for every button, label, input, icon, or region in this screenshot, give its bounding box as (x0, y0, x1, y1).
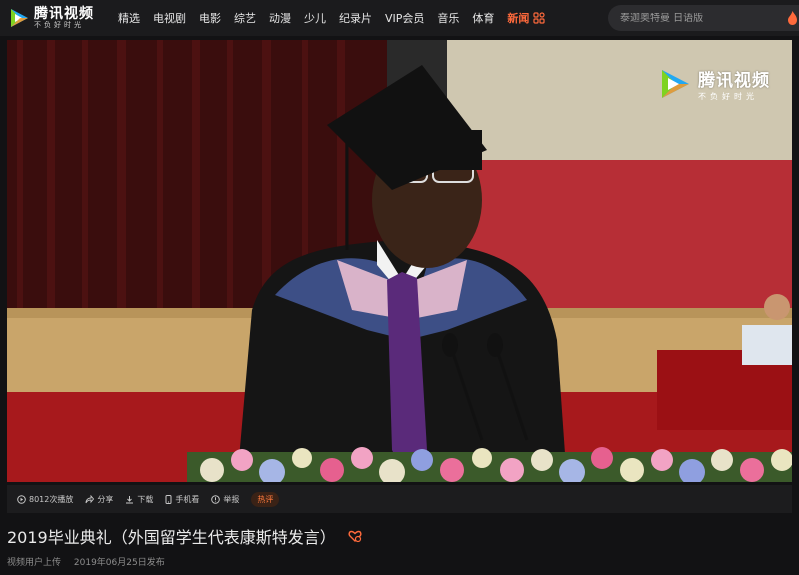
fire-icon (788, 11, 797, 25)
heart-rank-icon[interactable] (348, 529, 362, 543)
play-count-icon (17, 494, 26, 504)
search-input[interactable] (620, 12, 780, 24)
nav-item-movie[interactable]: 电影 (199, 10, 221, 26)
nav-item-music[interactable]: 音乐 (437, 10, 459, 26)
report-button[interactable]: 举报 (211, 494, 239, 505)
video-title: 2019毕业典礼（外国留学生代表康斯特发言） (7, 528, 336, 547)
play-count-label: 8012次播放 (29, 494, 74, 504)
phone-icon (165, 494, 172, 504)
mobile-watch-label: 手机看 (175, 494, 200, 504)
publish-date: 2019年06月25日发布 (73, 558, 165, 568)
app-root: 腾讯视频 不负好时光 精选 电视剧 电影 综艺 动漫 少儿 纪录片 VIP会员 … (0, 0, 799, 575)
video-frame (7, 40, 792, 482)
download-button[interactable]: 下载 (125, 494, 153, 505)
watermark-slogan: 不负好时光 (698, 92, 758, 101)
nav-item-sports[interactable]: 体育 (472, 10, 494, 26)
video-watermark: 腾讯视频 不负好时光 (658, 66, 770, 102)
download-icon (126, 495, 134, 503)
search-box[interactable] (608, 5, 799, 31)
report-label: 举报 (223, 494, 240, 504)
tencent-video-logo-icon (11, 9, 28, 27)
nav-item-featured[interactable]: 精选 (118, 10, 140, 26)
nav-item-variety[interactable]: 综艺 (234, 10, 256, 26)
site-logo[interactable]: 腾讯视频 不负好时光 (8, 7, 108, 30)
nav-item-tv[interactable]: 电视剧 (153, 10, 186, 26)
uploader-label: 视频用户上传 (7, 558, 62, 568)
video-action-bar: 8012次播放 分享 下载 手机看 举报 热评 (7, 485, 792, 513)
video-meta: 视频用户上传 2019年06月25日发布 (7, 555, 175, 568)
share-icon (85, 494, 95, 503)
logo-title: 腾讯视频 (34, 5, 94, 22)
nav-item-anime[interactable]: 动漫 (269, 10, 291, 26)
watermark-title: 腾讯视频 (698, 71, 770, 91)
share-button[interactable]: 分享 (85, 494, 113, 505)
hot-comments-badge[interactable]: 热评 (251, 491, 280, 507)
download-label: 下载 (137, 494, 154, 504)
nav-item-documentary[interactable]: 纪录片 (339, 10, 372, 26)
main-nav: 精选 电视剧 电影 综艺 动漫 少儿 纪录片 VIP会员 音乐 体育 新闻 (118, 10, 555, 26)
more-categories-icon[interactable] (533, 12, 546, 24)
nav-item-vip[interactable]: VIP会员 (385, 10, 424, 26)
logo-slogan: 不负好时光 (34, 20, 84, 29)
video-player[interactable]: 腾讯视频 不负好时光 (7, 40, 792, 482)
share-label: 分享 (97, 494, 114, 504)
nav-item-news[interactable]: 新闻 (507, 10, 529, 26)
video-title-row: 2019毕业典礼（外国留学生代表康斯特发言） (7, 524, 362, 548)
mobile-watch-button[interactable]: 手机看 (165, 494, 199, 505)
play-count: 8012次播放 (17, 494, 73, 505)
report-icon (211, 494, 221, 504)
top-nav-bar: 腾讯视频 不负好时光 精选 电视剧 电影 综艺 动漫 少儿 纪录片 VIP会员 … (0, 0, 799, 36)
nav-item-kids[interactable]: 少儿 (304, 10, 326, 26)
watermark-logo-icon (662, 70, 689, 98)
